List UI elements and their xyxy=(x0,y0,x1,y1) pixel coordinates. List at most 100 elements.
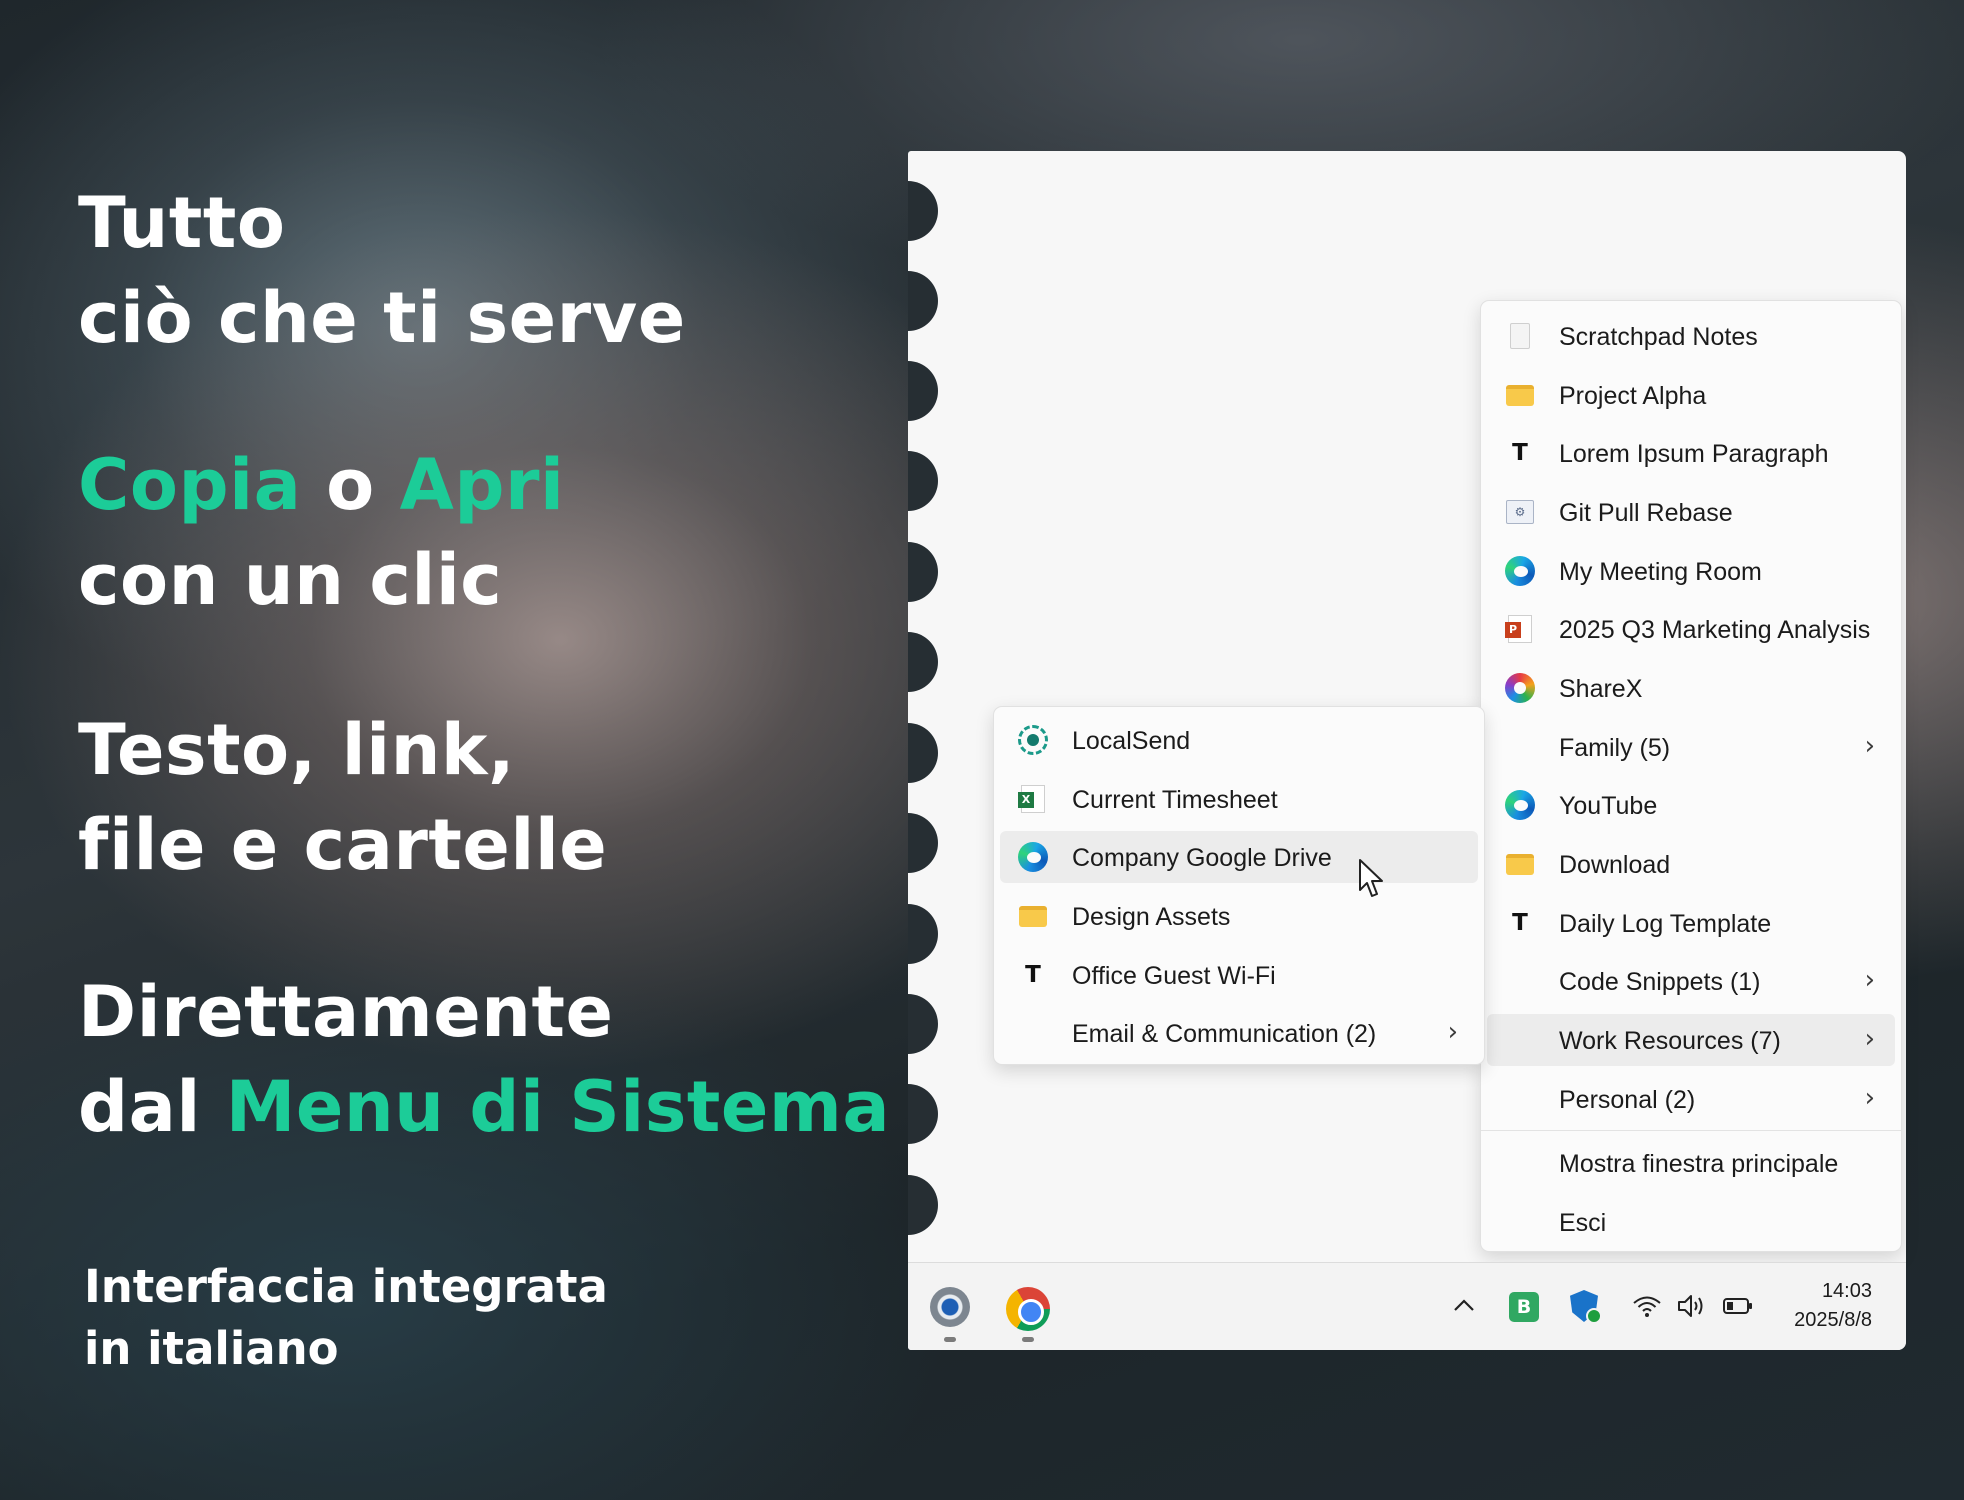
localsend-icon xyxy=(1018,725,1048,755)
running-indicator xyxy=(1022,1337,1034,1342)
command-icon: ⚙ xyxy=(1505,497,1535,527)
text-snippet-icon: T xyxy=(1025,962,1041,988)
menu-item-label: Work Resources (7) xyxy=(1559,1027,1781,1055)
chevron-up-icon xyxy=(1454,1299,1474,1311)
headline-everything: Tutto ciò che ti serve xyxy=(78,176,686,366)
tray-context-menu: Scratchpad Notes Project Alpha T Lorem I… xyxy=(1480,300,1902,1252)
show-hidden-icons-button[interactable] xyxy=(1448,1289,1480,1321)
speaker-icon xyxy=(1678,1295,1703,1317)
notch xyxy=(908,361,938,421)
menu-item-family[interactable]: Family (5) › xyxy=(1487,721,1895,773)
edge-icon xyxy=(1505,556,1535,586)
tray-battery[interactable] xyxy=(1720,1289,1756,1323)
tray-app-b[interactable]: B xyxy=(1508,1291,1540,1323)
headline-line-5: Testo, link, xyxy=(78,709,516,791)
folder-icon xyxy=(1505,380,1535,410)
submenu-item-office-guest-wifi[interactable]: T Office Guest Wi-Fi xyxy=(1000,949,1478,1001)
powerpoint-icon xyxy=(1505,614,1535,644)
notch xyxy=(908,271,938,331)
menu-item-scratchpad-notes[interactable]: Scratchpad Notes xyxy=(1487,310,1895,362)
headline-line-7: Direttamente xyxy=(78,971,614,1053)
menu-item-personal[interactable]: Personal (2) › xyxy=(1487,1073,1895,1125)
menu-item-label: Design Assets xyxy=(1072,903,1231,931)
b-app-icon: B xyxy=(1509,1292,1539,1322)
sharex-icon xyxy=(1505,673,1535,703)
headline-line-6: file e cartelle xyxy=(78,804,608,886)
menu-item-label: YouTube xyxy=(1559,792,1658,820)
work-resources-submenu: LocalSend Current Timesheet Company Goog… xyxy=(993,706,1485,1065)
menu-item-daily-log-template[interactable]: T Daily Log Template xyxy=(1487,897,1895,949)
notch xyxy=(908,181,938,241)
headline-line-2: ciò che ti serve xyxy=(78,277,686,359)
or-word: o xyxy=(301,444,400,526)
headline-system-menu: Direttamente dal Menu di Sistema xyxy=(78,965,890,1155)
menu-item-show-main-window[interactable]: Mostra finestra principale xyxy=(1487,1137,1895,1189)
subline-line-1: Interfaccia integrata xyxy=(84,1260,608,1313)
edge-icon xyxy=(1018,842,1048,872)
headline-copy-open: Copia o Apri con un clic xyxy=(78,438,564,628)
excel-icon xyxy=(1018,784,1048,814)
menu-item-code-snippets[interactable]: Code Snippets (1) › xyxy=(1487,955,1895,1007)
menu-item-youtube[interactable]: YouTube xyxy=(1487,779,1895,831)
subline-italian-ui: Interfaccia integrata in italiano xyxy=(84,1256,608,1380)
defender-shield-icon xyxy=(1570,1290,1602,1324)
menu-item-label: Family (5) xyxy=(1559,734,1671,762)
menu-item-label: 2025 Q3 Marketing Analysis xyxy=(1559,616,1871,644)
line-8-prefix: dal xyxy=(78,1066,226,1148)
menu-item-sharex[interactable]: ShareX xyxy=(1487,662,1895,714)
menu-item-lorem-ipsum[interactable]: T Lorem Ipsum Paragraph xyxy=(1487,427,1895,479)
submenu-item-design-assets[interactable]: Design Assets xyxy=(1000,890,1478,942)
menu-item-label: ShareX xyxy=(1559,675,1643,703)
chevron-right-icon: › xyxy=(1447,1017,1458,1047)
headline-line-3: Copia o Apri xyxy=(78,438,564,533)
menu-item-label: Esci xyxy=(1559,1209,1607,1237)
notch xyxy=(908,904,938,964)
mouse-cursor-icon xyxy=(1359,859,1383,897)
copy-word: Copia xyxy=(78,444,302,526)
menu-item-label: Project Alpha xyxy=(1559,382,1707,410)
text-snippet-icon: T xyxy=(1512,440,1528,466)
menu-item-project-alpha[interactable]: Project Alpha xyxy=(1487,369,1895,421)
taskbar-settings-app[interactable] xyxy=(928,1285,972,1329)
notch xyxy=(908,994,938,1054)
chevron-right-icon: › xyxy=(1864,731,1875,761)
open-word: Apri xyxy=(399,444,565,526)
tray-volume[interactable] xyxy=(1674,1289,1708,1323)
menu-item-marketing-analysis[interactable]: 2025 Q3 Marketing Analysis xyxy=(1487,603,1895,655)
taskbar-chrome-app[interactable] xyxy=(1004,1285,1052,1333)
clock[interactable]: 14:03 2025/8/8 xyxy=(1794,1277,1872,1335)
headline-line-8: dal Menu di Sistema xyxy=(78,1060,890,1155)
chrome-icon xyxy=(1006,1287,1050,1331)
menu-item-label: Office Guest Wi-Fi xyxy=(1072,962,1276,990)
tray-security[interactable] xyxy=(1568,1289,1604,1325)
submenu-item-current-timesheet[interactable]: Current Timesheet xyxy=(1000,773,1478,825)
menu-item-git-pull-rebase[interactable]: ⚙ Git Pull Rebase xyxy=(1487,486,1895,538)
menu-item-label: Personal (2) xyxy=(1559,1086,1696,1114)
menu-item-exit[interactable]: Esci xyxy=(1487,1196,1895,1248)
settings-gear-icon xyxy=(930,1287,970,1327)
clock-date: 2025/8/8 xyxy=(1794,1309,1872,1331)
notch xyxy=(908,1175,938,1235)
clock-time: 14:03 xyxy=(1821,1280,1872,1302)
menu-item-my-meeting-room[interactable]: My Meeting Room xyxy=(1487,545,1895,597)
menu-item-label: Code Snippets (1) xyxy=(1559,968,1761,996)
menu-item-work-resources[interactable]: Work Resources (7) › xyxy=(1487,1014,1895,1066)
tray-wifi[interactable] xyxy=(1630,1289,1664,1323)
menu-item-label: Daily Log Template xyxy=(1559,910,1772,938)
submenu-item-company-google-drive[interactable]: Company Google Drive xyxy=(1000,831,1478,883)
menu-item-label: Company Google Drive xyxy=(1072,844,1332,872)
submenu-item-email-communication[interactable]: Email & Communication (2) › xyxy=(1000,1007,1478,1059)
taskbar: B 14:03 2025/8/8 xyxy=(908,1262,1906,1350)
menu-item-label: Email & Communication (2) xyxy=(1072,1020,1377,1048)
menu-item-download[interactable]: Download xyxy=(1487,838,1895,890)
menu-item-label: Current Timesheet xyxy=(1072,786,1278,814)
notch xyxy=(908,542,938,602)
headline-types: Testo, link, file e cartelle xyxy=(78,703,607,893)
battery-icon xyxy=(1723,1298,1752,1314)
submenu-item-localsend[interactable]: LocalSend xyxy=(1000,714,1478,766)
wifi-icon xyxy=(1633,1296,1661,1317)
running-indicator xyxy=(944,1337,956,1342)
menu-item-label: Lorem Ipsum Paragraph xyxy=(1559,440,1829,468)
folder-icon xyxy=(1018,901,1048,931)
menu-item-label: LocalSend xyxy=(1072,727,1191,755)
